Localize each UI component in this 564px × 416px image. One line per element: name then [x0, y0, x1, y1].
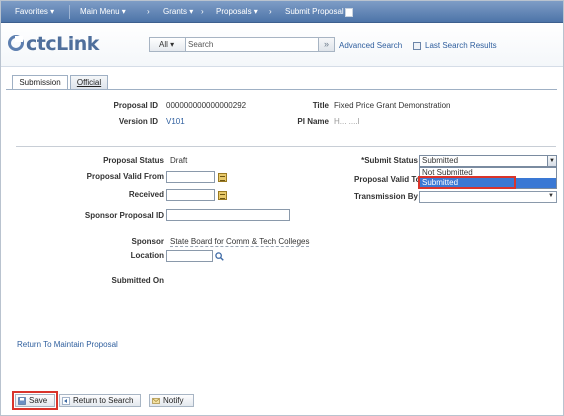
submit-status-select[interactable]: Submitted ▼ — [419, 155, 557, 167]
sponsor-value: State Board for Comm & Tech Colleges — [170, 237, 310, 247]
pi-name-value: H... ....l — [334, 117, 360, 126]
highlight-submitted-option — [418, 176, 516, 189]
highlight-save-button — [12, 391, 58, 410]
tab-submission[interactable]: Submission — [12, 75, 68, 90]
return-to-maintain-link[interactable]: Return To Maintain Proposal — [17, 340, 118, 349]
search-scope-label: All — [159, 40, 168, 49]
location-input[interactable] — [166, 250, 213, 262]
breadcrumb-grants[interactable]: Grants ▾ — [163, 1, 193, 23]
logo-mark-icon — [8, 35, 24, 51]
received-label: Received — [128, 190, 164, 199]
return-to-search-button[interactable]: Return to Search — [59, 394, 141, 407]
last-search-results-link[interactable]: Last Search Results — [425, 41, 497, 50]
proposal-id-value: 000000000000000292 — [166, 101, 247, 110]
submit-status-value: Submitted — [422, 156, 459, 165]
favorites-menu[interactable]: Favorites ▾ — [15, 1, 54, 23]
title-label: Title — [312, 101, 329, 110]
return-to-search-label: Return to Search — [73, 396, 134, 405]
pi-name-label: PI Name — [297, 117, 329, 126]
sponsor-proposal-id-label: Sponsor Proposal ID — [84, 211, 164, 220]
received-input[interactable] — [166, 189, 215, 201]
tab-submission-label: Submission — [19, 78, 61, 87]
search-go-icon[interactable]: » — [318, 38, 334, 51]
calendar-icon[interactable] — [218, 173, 227, 182]
notify-icon — [152, 398, 160, 404]
logo-text: ctcLink — [26, 33, 99, 55]
new-window-icon[interactable] — [345, 8, 353, 17]
tab-official[interactable]: Official — [70, 75, 108, 90]
section-divider — [16, 146, 556, 147]
proposal-status-label: Proposal Status — [103, 156, 164, 165]
search-results-icon — [413, 42, 421, 50]
proposal-status-value: Draft — [170, 156, 188, 165]
return-arrow-icon — [62, 397, 70, 405]
search-bar: All ▾ Search » — [149, 37, 335, 52]
breadcrumb-submit-proposal[interactable]: Submit Proposal — [285, 1, 344, 23]
search-scope-dropdown[interactable]: All ▾ — [150, 38, 186, 51]
magnifier-icon[interactable] — [215, 252, 224, 261]
breadcrumb-arrow-icon: › — [201, 7, 204, 16]
notify-label: Notify — [163, 396, 184, 405]
transmission-by-label: Transmission By — [353, 192, 418, 201]
valid-from-input[interactable] — [166, 171, 215, 183]
top-nav-bar: Favorites ▾ Main Menu ▾ › Grants ▾ › Pro… — [1, 1, 563, 23]
submitted-on-label: Submitted On — [111, 276, 164, 285]
tab-official-label: Official — [76, 78, 102, 87]
chevron-down-icon: ▾ — [170, 40, 175, 49]
breadcrumb-arrow-icon: › — [269, 7, 272, 16]
main-menu[interactable]: Main Menu ▾ — [80, 1, 126, 23]
notify-button[interactable]: Notify — [149, 394, 194, 407]
valid-to-label: Proposal Valid To — [354, 175, 418, 184]
transmission-by-select[interactable]: ▼ — [419, 191, 557, 203]
valid-from-label: Proposal Valid From — [86, 172, 164, 181]
breadcrumb-proposals[interactable]: Proposals ▾ — [216, 1, 258, 23]
version-id-value[interactable]: V101 — [166, 117, 185, 126]
sponsor-proposal-id-input[interactable] — [166, 209, 290, 221]
tab-underline — [6, 89, 557, 90]
sponsor-label: Sponsor — [131, 237, 164, 246]
location-label: Location — [130, 251, 164, 260]
proposal-id-label: Proposal ID — [113, 101, 158, 110]
header: ctcLink All ▾ Search » Advanced Search L… — [1, 23, 563, 67]
search-input[interactable]: Search — [188, 38, 316, 51]
breadcrumb-arrow-icon: › — [147, 7, 150, 16]
advanced-search-link[interactable]: Advanced Search — [339, 41, 402, 50]
title-value: Fixed Price Grant Demonstration — [334, 101, 451, 110]
calendar-icon[interactable] — [218, 191, 227, 200]
chevron-down-icon: ▼ — [548, 193, 554, 199]
nav-separator — [69, 5, 70, 19]
submit-status-label: *Submit Status — [361, 156, 418, 165]
chevron-down-icon[interactable]: ▼ — [547, 156, 556, 166]
version-id-label: Version ID — [118, 117, 158, 126]
